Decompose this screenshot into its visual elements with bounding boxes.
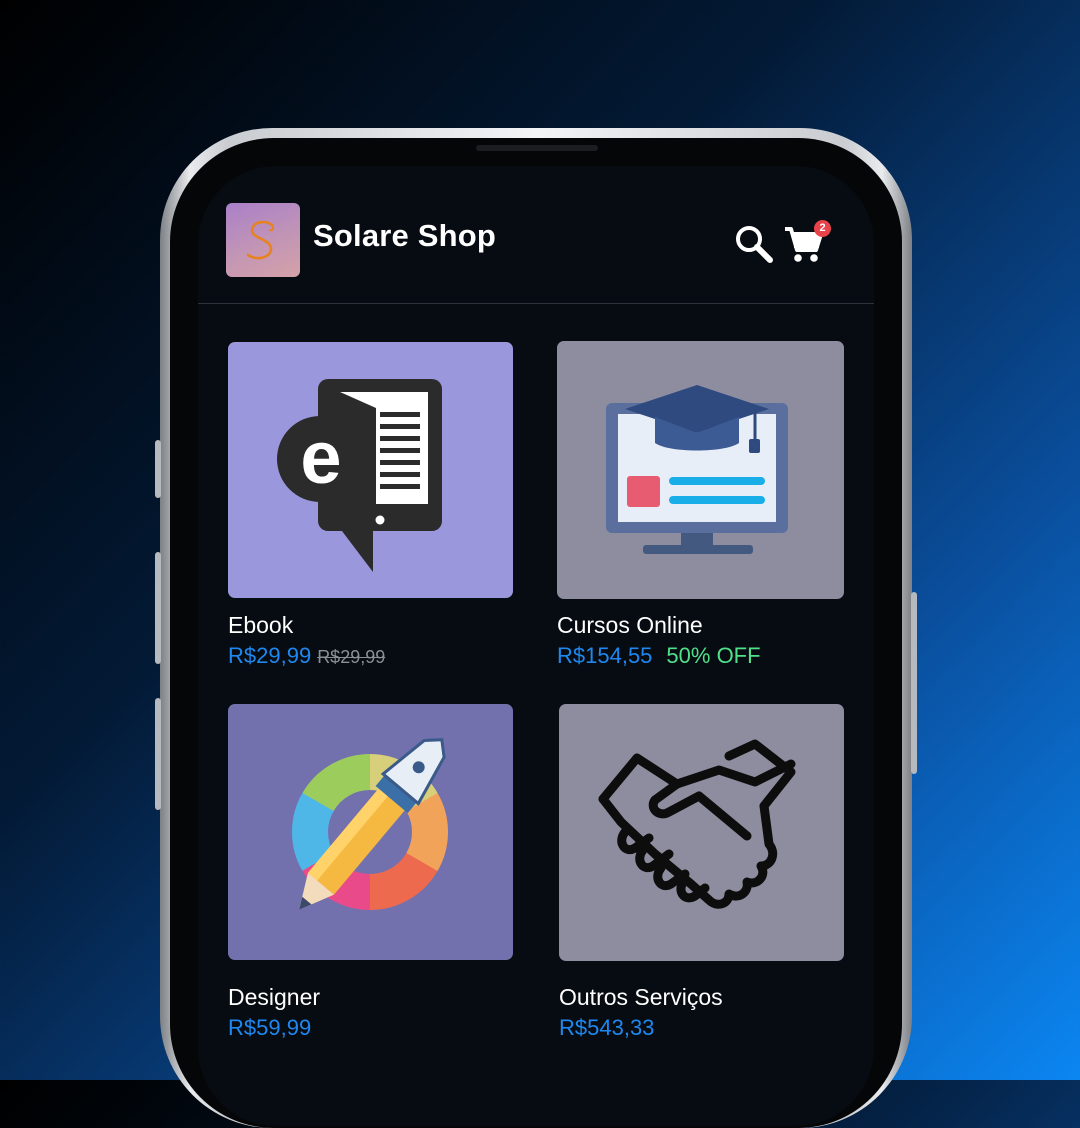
phone-side-button [155,552,161,664]
search-icon[interactable] [732,222,776,266]
page-title: Solare Shop [313,218,497,253]
logo-s-icon [246,220,275,260]
price-row: R$154,55 50% OFF [557,643,761,669]
price-row: R$59,99 [228,1015,311,1041]
phone-speaker [476,145,598,151]
price-row: R$29,99 R$29,99 [228,643,385,669]
product-card-outros-servicos[interactable]: Outros Serviços R$543,33 [559,704,844,1044]
product-image [228,704,513,960]
product-name: Outros Serviços [559,984,723,1010]
discount-badge: 50% OFF [666,643,761,668]
svg-text:e: e [300,416,341,499]
design-pen-icon [292,738,448,910]
product-name: Ebook [228,612,294,638]
product-image [559,704,844,961]
product-price: R$154,55 [557,643,653,668]
product-price: R$59,99 [228,1015,312,1040]
phone-side-button [155,698,161,810]
phone-screen: Solare Shop 2 e Ebook R$29,99 R$29,99 Cu… [198,166,874,1126]
ebook-icon: e [277,379,442,572]
product-card-designer[interactable]: Designer R$59,99 [228,704,513,1044]
cart-count-badge: 2 [814,220,831,237]
product-card-ebook[interactable]: e Ebook R$29,99 R$29,99 [228,342,513,672]
shop-logo[interactable] [226,203,300,277]
phone-power-button [911,592,917,774]
phone-side-button [155,440,161,498]
product-price: R$543,33 [559,1015,655,1040]
product-price: R$29,99 [228,643,312,668]
product-card-cursos-online[interactable]: Cursos Online R$154,55 50% OFF [557,341,844,671]
product-old-price: R$29,99 [317,647,386,667]
handshake-icon [598,739,796,909]
product-image: e [228,342,513,598]
app-header: Solare Shop 2 [198,166,874,304]
online-course-icon [606,385,788,554]
product-image [557,341,844,599]
price-row: R$543,33 [559,1015,654,1041]
product-name: Cursos Online [557,612,703,638]
product-name: Designer [228,984,321,1010]
